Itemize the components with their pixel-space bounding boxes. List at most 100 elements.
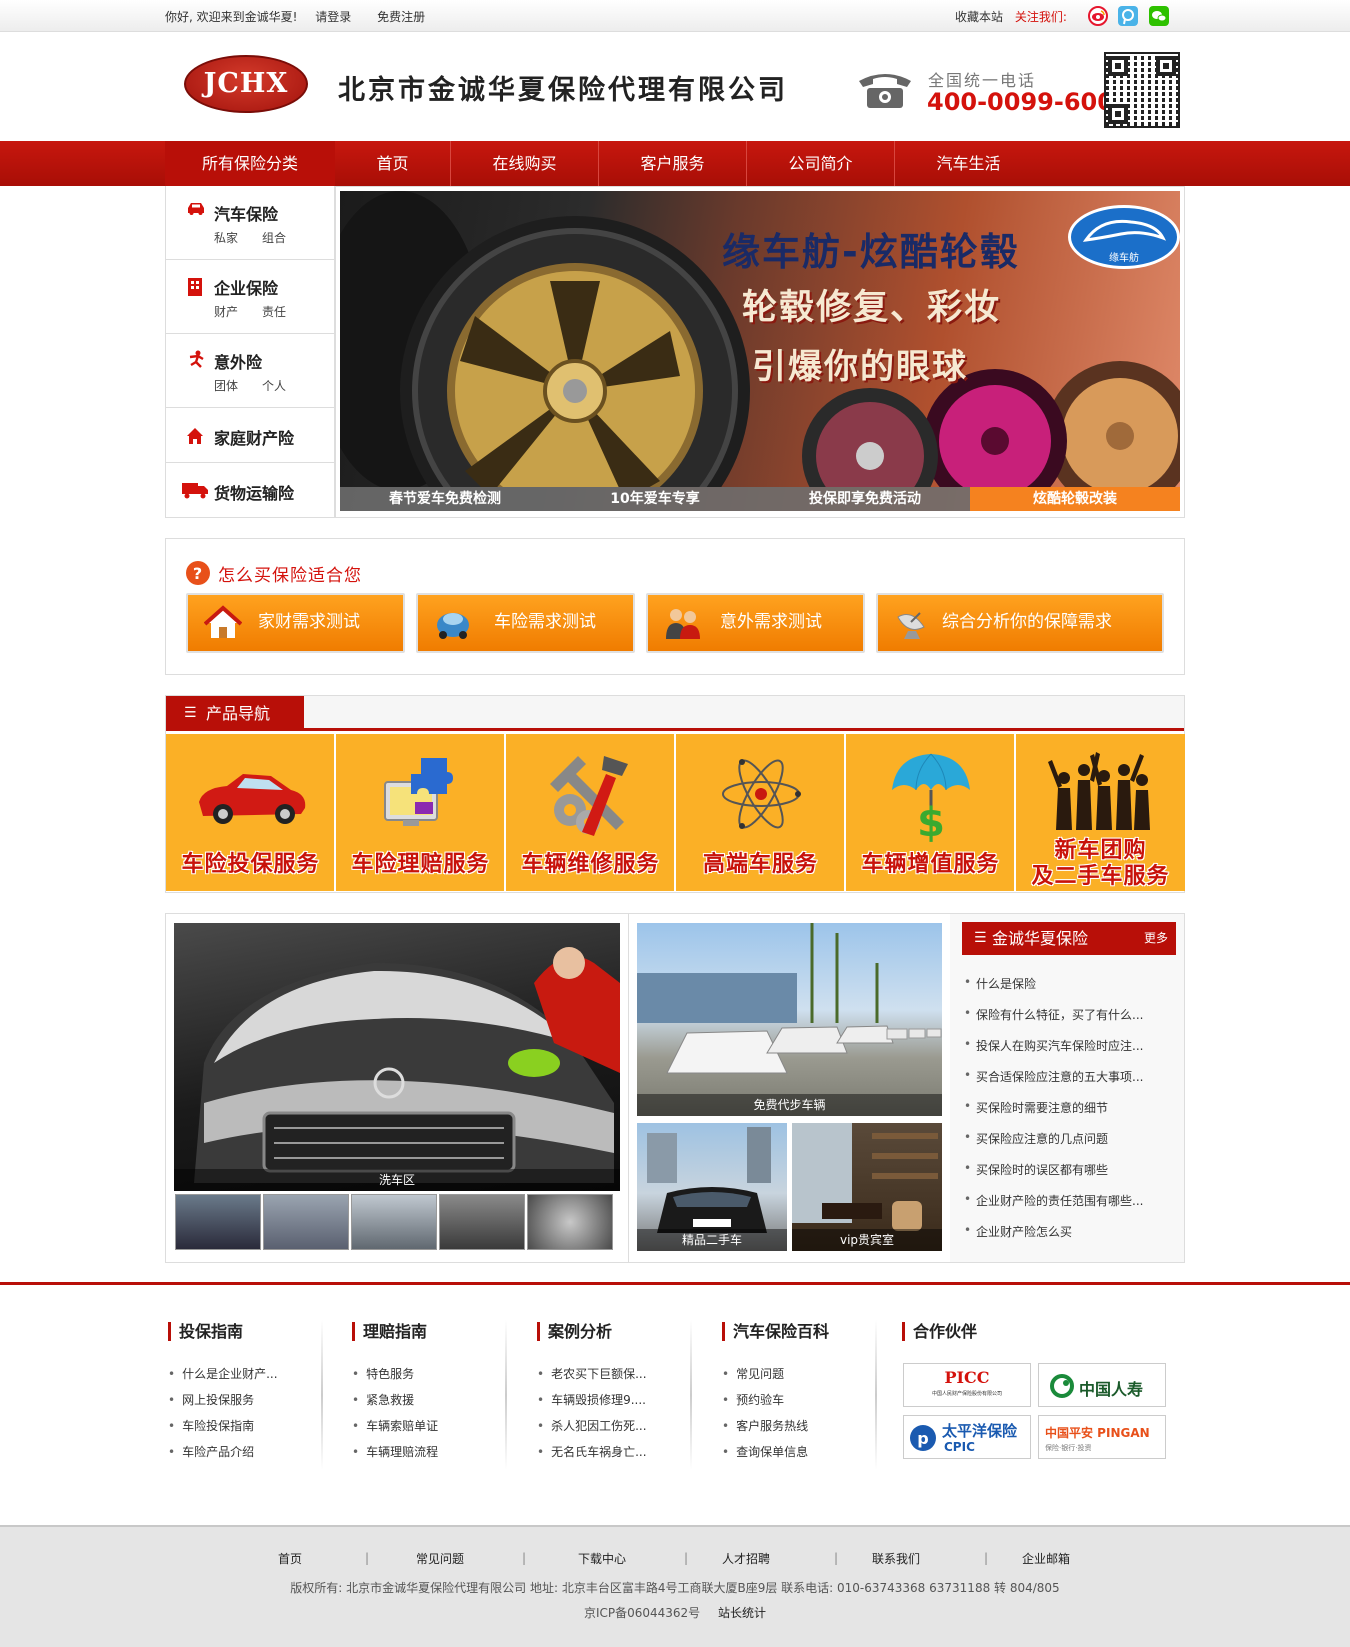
banner-tab[interactable]: 投保即享免费活动 xyxy=(760,487,970,511)
promo-banner[interactable]: 缘车舫-炫酷轮毂 轮毂修复、彩妆 引爆你的眼球 缘车舫 春节爱车免费检测 10年… xyxy=(340,191,1180,511)
news-item[interactable]: 买保险应注意的几点问题 xyxy=(964,1130,1108,1147)
wechat-icon[interactable] xyxy=(1149,6,1169,26)
footer-link[interactable]: 车辆毁损修理9.... xyxy=(537,1391,646,1408)
site-stats-link[interactable]: 站长统计 xyxy=(718,1606,766,1620)
news-more-link[interactable]: 更多 xyxy=(1144,922,1168,955)
footer-link[interactable]: 查询保单信息 xyxy=(722,1443,808,1460)
footer-link[interactable]: 客户服务热线 xyxy=(722,1417,808,1434)
category-sub-link[interactable]: 团体 xyxy=(214,377,238,394)
category-accident-insurance[interactable]: 意外险 团体 个人 xyxy=(166,334,334,408)
footer-col-partners: 合作伙伴 xyxy=(902,1322,977,1341)
building-icon xyxy=(186,276,206,296)
partner-picc-logo[interactable]: PICC 中国人民财产保险股份有限公司 xyxy=(903,1363,1031,1407)
button-label: 车险需求测试 xyxy=(494,612,596,632)
accident-needs-test-button[interactable]: 意外需求测试 xyxy=(646,593,865,653)
weibo-icon[interactable] xyxy=(1088,6,1108,26)
icp-number: 京ICP备06044362号 xyxy=(583,1606,701,1620)
gallery-thumbnail[interactable] xyxy=(351,1194,437,1250)
category-sub-link[interactable]: 组合 xyxy=(262,229,286,246)
footer-link[interactable]: 特色服务 xyxy=(352,1365,414,1382)
bottom-link-contact[interactable]: 联系我们 xyxy=(872,1550,920,1567)
gallery-thumbnail[interactable] xyxy=(439,1194,525,1250)
footer-link[interactable]: 无名氏车祸身亡... xyxy=(537,1443,646,1460)
bottom-link-careers[interactable]: 人才招聘 xyxy=(722,1550,770,1567)
category-home-property[interactable]: 家庭财产险 xyxy=(166,408,334,463)
category-enterprise-insurance[interactable]: 企业保险 财产 责任 xyxy=(166,260,334,334)
news-item[interactable]: 什么是保险 xyxy=(964,975,1036,992)
nav-home[interactable]: 首页 xyxy=(335,141,450,186)
footer-link[interactable]: 车辆索赔单证 xyxy=(352,1417,438,1434)
footer-link[interactable]: 车险投保指南 xyxy=(168,1417,254,1434)
car-wash-illustration xyxy=(194,947,620,1183)
banner-tab-active[interactable]: 炫酷轮毂改装 xyxy=(970,487,1180,511)
partner-sub: 中国人民财产保险股份有限公司 xyxy=(931,1391,1002,1397)
partner-pingan-logo[interactable]: 中国平安 PINGAN 保险·银行·投资 xyxy=(1038,1415,1166,1459)
qq-weibo-icon[interactable] xyxy=(1118,6,1138,26)
banner-tab[interactable]: 春节爱车免费检测 xyxy=(340,487,550,511)
nav-about[interactable]: 公司简介 xyxy=(746,141,894,186)
product-nav-header: 产品导航 xyxy=(166,696,1184,731)
register-link[interactable]: 免费注册 xyxy=(377,10,425,24)
car-wash-photo[interactable]: 洗车区 xyxy=(174,923,620,1191)
footer-link[interactable]: 紧急救援 xyxy=(352,1391,414,1408)
news-item[interactable]: 买保险时的误区都有哪些 xyxy=(964,1161,1108,1178)
category-sub-link[interactable]: 个人 xyxy=(262,377,286,394)
news-item[interactable]: 保险有什么特征，买了有什么... xyxy=(964,1006,1143,1023)
product-group-buy-service[interactable]: 新车团购 及二手车服务 xyxy=(1016,734,1185,891)
category-title: 货物运输险 xyxy=(214,484,295,503)
vip-room-photo[interactable]: vip贵宾室 xyxy=(792,1123,942,1251)
nav-all-categories[interactable]: 所有保险分类 xyxy=(165,141,335,186)
bottom-link-home[interactable]: 首页 xyxy=(278,1550,302,1567)
footer-col-title: 合作伙伴 xyxy=(902,1322,977,1341)
banner-tab[interactable]: 10年爱车专享 xyxy=(550,487,760,511)
bottom-link-email[interactable]: 企业邮箱 xyxy=(1022,1550,1070,1567)
product-value-added-service[interactable]: $ 车辆增值服务 xyxy=(846,734,1015,891)
footer-link[interactable]: 车险产品介绍 xyxy=(168,1443,254,1460)
product-car-insurance-service[interactable]: 车险投保服务 xyxy=(166,734,335,891)
category-title: 企业保险 xyxy=(214,279,279,298)
footer-link[interactable]: 老农买下巨额保... xyxy=(537,1365,646,1382)
news-item[interactable]: 买保险时需要注意的细节 xyxy=(964,1099,1108,1116)
login-link[interactable]: 请登录 xyxy=(315,10,351,24)
news-item[interactable]: 企业财产险的责任范围有哪些... xyxy=(964,1192,1143,1209)
gallery-thumbnail[interactable] xyxy=(175,1194,261,1250)
category-sub-link[interactable]: 私家 xyxy=(214,229,238,246)
gallery-thumbnail[interactable] xyxy=(263,1194,349,1250)
footer-link[interactable]: 什么是企业财产... xyxy=(168,1365,277,1382)
category-cargo[interactable]: 货物运输险 xyxy=(166,463,334,518)
footer-link[interactable]: 杀人犯因工伤死... xyxy=(537,1417,646,1434)
bottom-link-downloads[interactable]: 下载中心 xyxy=(578,1550,626,1567)
product-repair-service[interactable]: 车辆维修服务 xyxy=(506,734,675,891)
product-premium-car-service[interactable]: 高端车服务 xyxy=(676,734,845,891)
footer-col-claims: 理赔指南 特色服务 紧急救援 车辆索赔单证 车辆理赔流程 xyxy=(352,1322,438,1459)
courtesy-car-caption: 免费代步车辆 xyxy=(637,1094,942,1116)
bottom-link-faq[interactable]: 常见问题 xyxy=(416,1550,464,1567)
footer-link[interactable]: 预约验车 xyxy=(722,1391,784,1408)
courtesy-car-photo[interactable]: 免费代步车辆 xyxy=(637,923,942,1116)
car-needs-test-button[interactable]: 车险需求测试 xyxy=(416,593,635,653)
news-item[interactable]: 投保人在购买汽车保险时应注... xyxy=(964,1037,1143,1054)
question-icon: ? xyxy=(186,561,210,585)
footer-link[interactable]: 常见问题 xyxy=(722,1365,784,1382)
nav-customer-service[interactable]: 客户服务 xyxy=(598,141,746,186)
footer-link[interactable]: 车辆理赔流程 xyxy=(352,1443,438,1460)
partner-china-life-logo[interactable]: 中国人寿 xyxy=(1038,1363,1166,1407)
news-item[interactable]: 买合适保险应注意的五大事项... xyxy=(964,1068,1143,1085)
category-sub-link[interactable]: 责任 xyxy=(262,303,286,320)
footer-link[interactable]: 网上投保服务 xyxy=(168,1391,254,1408)
car-wash-caption: 洗车区 xyxy=(174,1169,620,1191)
category-car-insurance[interactable]: 汽车保险 私家 组合 xyxy=(166,186,334,260)
product-claims-service[interactable]: 车险理赔服务 xyxy=(336,734,505,891)
nav-car-life[interactable]: 汽车生活 xyxy=(894,141,1042,186)
home-needs-test-button[interactable]: 家财需求测试 xyxy=(186,593,405,653)
svg-text:?: ? xyxy=(193,564,203,583)
nav-buy-online[interactable]: 在线购买 xyxy=(450,141,598,186)
category-sub-link[interactable]: 财产 xyxy=(214,303,238,320)
news-item[interactable]: 企业财产险怎么买 xyxy=(964,1223,1072,1240)
used-car-photo[interactable]: 精品二手车 xyxy=(637,1123,787,1251)
site-logo[interactable]: JCHX xyxy=(184,55,308,113)
favorite-link[interactable]: 收藏本站 xyxy=(955,10,1003,24)
gallery-thumbnail[interactable] xyxy=(527,1194,613,1250)
comprehensive-analysis-button[interactable]: 综合分析你的保障需求 xyxy=(876,593,1164,653)
partner-cpic-logo[interactable]: p 太平洋保险 CPIC xyxy=(903,1415,1031,1459)
